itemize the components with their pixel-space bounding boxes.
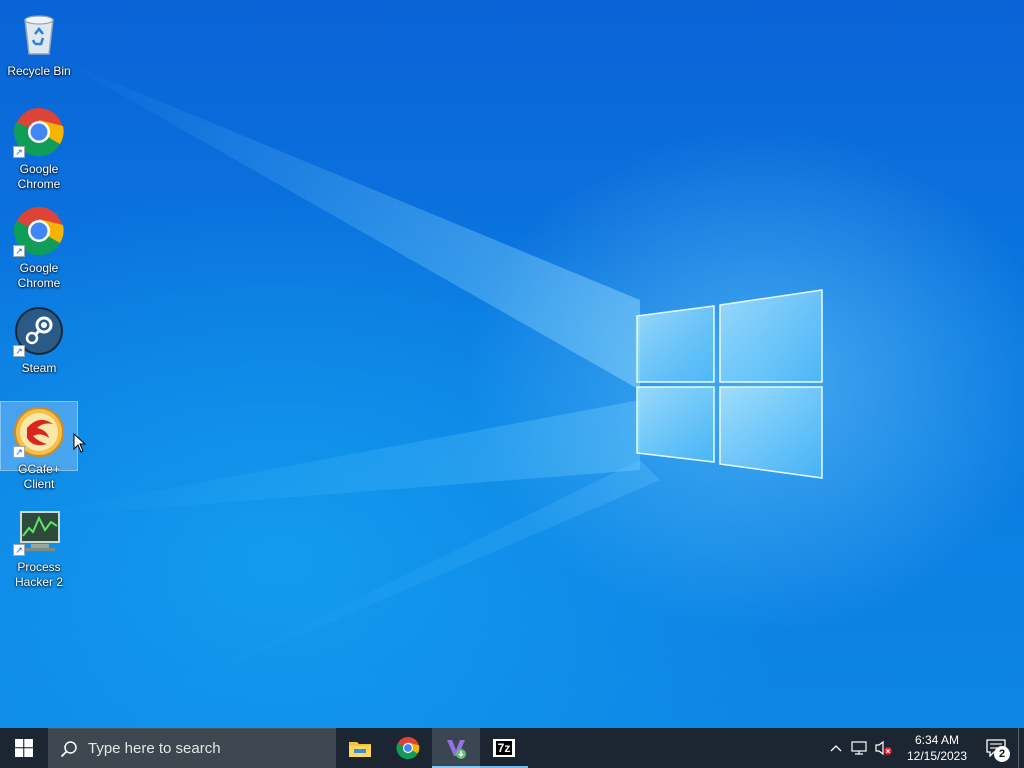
file-explorer-icon (349, 742, 371, 757)
desktop-icon-recycle-bin[interactable]: Recycle Bin (1, 4, 77, 79)
notification-count-badge: 2 (994, 746, 1010, 762)
7zip-icon: 7z (493, 739, 515, 757)
action-center-button[interactable]: 2 (974, 728, 1018, 768)
taskbar-clock[interactable]: 6:34 AM 12/15/2023 (900, 732, 974, 764)
chrome-icon: ↗ (13, 106, 65, 158)
windows-logo-wallpaper-icon (636, 289, 823, 479)
gcafe-client-icon: ↗ (13, 406, 65, 458)
taskbar-search-box[interactable]: Type here to search (48, 728, 336, 768)
taskbar: Type here to search 7z 6:34 AM 12/15/202… (0, 728, 1024, 768)
steam-icon: ↗ (13, 305, 65, 357)
chevron-up-icon (830, 745, 842, 752)
desktop-icon-label: Google Chrome (17, 162, 61, 191)
wallpaper-light-beams (0, 60, 660, 700)
desktop-icon-label: Steam (21, 361, 57, 375)
desktop-icon-google-chrome[interactable]: ↗ Google Chrome (1, 102, 77, 192)
shortcut-arrow-icon: ↗ (13, 544, 25, 556)
chrome-icon: ↗ (13, 205, 65, 257)
volume-muted-icon (875, 740, 892, 756)
clock-date: 12/15/2023 (906, 749, 968, 763)
chrome-icon (396, 736, 420, 760)
network-tray-button[interactable] (848, 728, 872, 768)
taskbar-app-visual-studio-installer[interactable] (432, 728, 480, 768)
desktop-icon-google-chrome-2[interactable]: ↗ Google Chrome (1, 201, 77, 291)
7zip-icon-label: 7z (495, 741, 513, 755)
desktop-icon-steam[interactable]: ↗ Steam (1, 301, 77, 376)
clock-time: 6:34 AM (914, 733, 960, 747)
search-icon (60, 740, 77, 757)
shortcut-arrow-icon: ↗ (13, 446, 25, 458)
volume-tray-button[interactable] (872, 728, 896, 768)
desktop-icon-label: Recycle Bin (7, 64, 71, 78)
desktop-icon-label: Process Hacker 2 (14, 560, 64, 589)
system-tray: 6:34 AM 12/15/2023 2 (824, 728, 1024, 768)
taskbar-app-file-explorer[interactable] (336, 728, 384, 768)
shortcut-arrow-icon: ↗ (13, 345, 25, 357)
process-hacker-icon: ↗ (13, 504, 65, 556)
desktop-icon-label: Google Chrome (17, 261, 61, 290)
desktop-icon-process-hacker[interactable]: ↗ Process Hacker 2 (1, 500, 77, 590)
shortcut-arrow-icon: ↗ (13, 245, 25, 257)
windows-start-icon (15, 739, 33, 757)
recycle-bin-icon (13, 8, 65, 60)
desktop-wallpaper (0, 0, 1024, 728)
taskbar-app-7zip[interactable]: 7z (480, 728, 528, 768)
show-hidden-icons-button[interactable] (824, 728, 848, 768)
search-placeholder: Type here to search (88, 740, 221, 757)
show-desktop-button[interactable] (1018, 728, 1024, 768)
visual-studio-installer-icon (447, 740, 466, 759)
network-icon (851, 741, 867, 755)
start-button[interactable] (0, 728, 48, 768)
desktop-icon-gcafe-client[interactable]: ↗ GCafe+ Client (0, 401, 78, 491)
taskbar-app-chrome[interactable] (384, 728, 432, 768)
desktop-icon-label: GCafe+ Client (18, 462, 60, 491)
mouse-cursor-icon (73, 433, 87, 453)
shortcut-arrow-icon: ↗ (13, 146, 25, 158)
